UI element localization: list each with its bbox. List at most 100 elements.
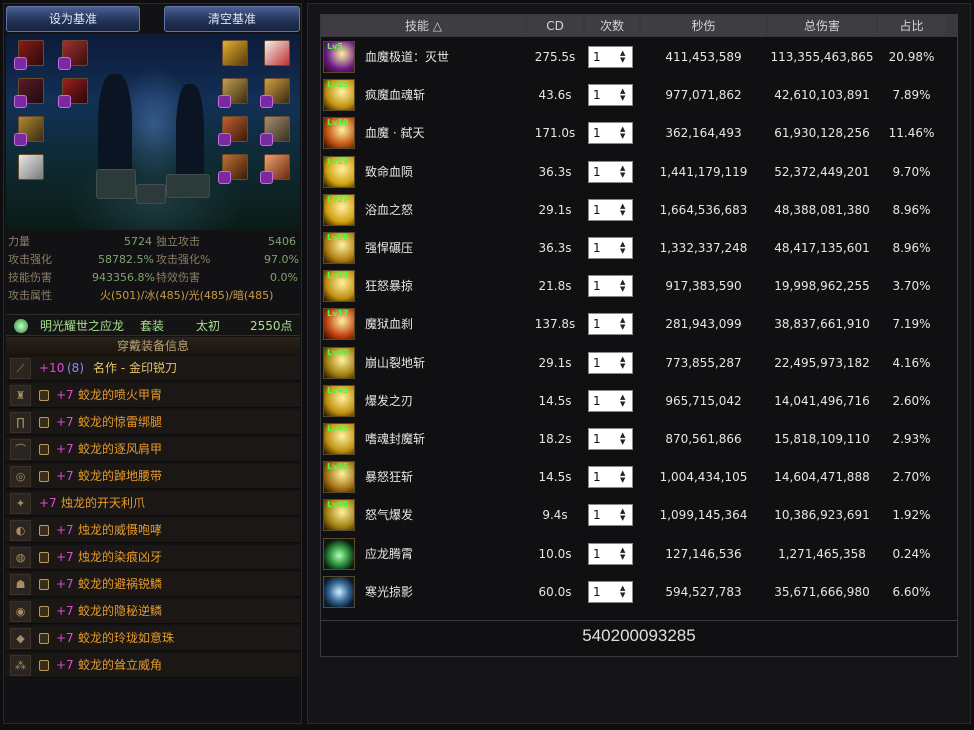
spin-arrows-icon[interactable]: ▲ ▼ <box>620 393 628 408</box>
equipment-row[interactable]: ◉ +7 蛟龙的隐秘逆鳞 <box>6 599 300 624</box>
spin-arrows-icon[interactable]: ▲ ▼ <box>620 432 628 446</box>
equip-slot[interactable] <box>14 78 44 108</box>
equipment-row[interactable]: ⌒ +7 蛟龙的逐风肩甲 <box>6 437 300 462</box>
equip-slot[interactable] <box>218 154 248 184</box>
col-skill-header[interactable]: 技能 △ <box>322 16 525 36</box>
table-row[interactable]: Lv40 崩山裂地斩 29.1s 1 ▲ ▼ 773,855,287 22,495,973,1… <box>321 344 957 382</box>
table-row[interactable]: Lv27 浴血之怒 29.1s 1 ▲ ▼ 1,664,536,683 48,388,081,… <box>321 191 957 229</box>
spin-arrows-icon[interactable]: ▲ ▼ <box>620 126 628 140</box>
spin-arrows-icon[interactable]: ▲ ▼ <box>620 355 628 370</box>
table-row[interactable]: Lv48 怒气爆发 9.4s 1 ▲ ▼ 1,099,145,364 10,386,923,6… <box>321 496 957 534</box>
spin-arrows-icon[interactable]: ▲ ▼ <box>620 279 628 293</box>
equip-slot[interactable] <box>58 40 88 70</box>
count-stepper[interactable]: 1 ▲ ▼ <box>588 389 633 412</box>
count-stepper[interactable]: 1 ▲ ▼ <box>588 428 633 450</box>
col-cd-header[interactable]: CD <box>527 16 583 36</box>
count-stepper[interactable]: 1 ▲ ▼ <box>588 466 633 489</box>
skill-cd: 14.5s <box>538 393 572 408</box>
skill-cd: 29.1s <box>538 202 572 217</box>
skill-ratio: 0.24% <box>892 546 931 561</box>
table-row[interactable]: Lv45 暴怒狂斩 14.5s 1 ▲ ▼ 1,004,434,105 14,604,471,… <box>321 458 957 496</box>
count-stepper[interactable]: 1 ▲ ▼ <box>588 122 633 145</box>
equipment-row[interactable]: ✦ +7 烛龙的开天利爪 <box>6 491 300 516</box>
rage-icon: Lv27 <box>323 193 355 226</box>
equip-slot[interactable] <box>222 40 248 66</box>
col-total-header[interactable]: 总伤害 <box>768 16 876 36</box>
spin-arrows-icon[interactable]: ▲ ▼ <box>620 546 628 561</box>
equipment-row[interactable]: ⟋ +10 (8) 名作 - 金印锐刀 <box>6 356 300 381</box>
col-ratio-header[interactable]: 占比 <box>878 16 945 36</box>
skill-name: 嗜魂封魔斩 <box>365 432 426 446</box>
equip-slot[interactable] <box>218 116 248 146</box>
table-row[interactable]: Lv17 魔狱血刹 137.8s 1 ▲ ▼ 281,943,099 38,837,661,9… <box>321 305 957 343</box>
table-row[interactable]: Lv23 致命血陨 36.3s 1 ▲ ▼ 1,441,179,119 52,372,449,… <box>321 153 957 191</box>
skill-level: Lv45 <box>327 462 349 472</box>
count-stepper[interactable]: 1 ▲ ▼ <box>588 313 633 336</box>
count-value: 1 <box>593 279 601 294</box>
skill-ratio: 8.96% <box>892 202 931 217</box>
table-row[interactable]: Lv43 爆发之刃 14.5s 1 ▲ ▼ 965,715,042 14,041,496,71… <box>321 382 957 420</box>
spin-arrows-icon[interactable]: ▲ ▼ <box>620 508 628 522</box>
equipment-row[interactable]: ◍ +7 烛龙的染痕凶牙 <box>6 545 300 570</box>
count-stepper[interactable]: 1 ▲ ▼ <box>588 504 633 527</box>
table-row[interactable]: Lv5 血魔极道：灭世 275.5s 1 ▲ ▼ 411,453,589 113,355,46… <box>321 38 957 76</box>
spin-arrows-icon[interactable]: ▲ ▼ <box>620 50 628 64</box>
spin-arrows-icon[interactable]: ▲ ▼ <box>620 202 628 217</box>
spin-arrows-icon[interactable]: ▲ ▼ <box>620 317 628 331</box>
count-stepper[interactable]: 1 ▲ ▼ <box>588 580 633 603</box>
table-row[interactable]: Lv15 疯魔血魂斩 43.6s 1 ▲ ▼ 977,071,862 42,610,103,8… <box>321 76 957 114</box>
set-baseline-button[interactable]: 设为基准 <box>6 6 140 32</box>
equipment-row[interactable]: ◆ +7 蛟龙的玲珑如意珠 <box>6 626 300 651</box>
equipment-row[interactable]: ∏ +7 蛟龙的惊雷绑腿 <box>6 410 300 435</box>
hell-icon: Lv17 <box>323 308 355 341</box>
skill-cd: 10.0s <box>538 546 572 561</box>
equip-slot[interactable] <box>264 40 290 66</box>
clear-baseline-button[interactable]: 清空基准 <box>164 6 300 32</box>
equip-slot[interactable] <box>14 116 44 146</box>
equip-slot[interactable] <box>58 78 88 108</box>
table-row[interactable]: Lv28 强悍碾压 36.3s 1 ▲ ▼ 1,332,337,248 48,417,135,… <box>321 229 957 267</box>
count-stepper[interactable]: 1 ▲ ▼ <box>588 542 633 565</box>
spin-arrows-icon[interactable]: ▲ ▼ <box>620 164 628 179</box>
set-bonus-row[interactable]: 明光耀世之应龙 套装 太初 2550点 <box>6 314 300 336</box>
count-stepper[interactable]: 1 ▲ ▼ <box>588 275 633 298</box>
count-stepper[interactable]: 1 ▲ ▼ <box>588 198 633 221</box>
table-row[interactable]: Lv45 嗜魂封魔斩 18.2s 1 ▲ ▼ 870,561,866 15,818,109,1… <box>321 420 957 458</box>
spin-arrows-icon[interactable]: ▲ ▼ <box>620 470 628 484</box>
col-dps-header[interactable]: 秒伤 <box>641 16 766 36</box>
table-row[interactable]: Lv33 狂怒暴掠 21.8s 1 ▲ ▼ 917,383,590 19,998,962,25… <box>321 267 957 305</box>
table-row[interactable]: 应龙腾霄 10.0s 1 ▲ ▼ 127,146,536 1,271,465,358 0.24… <box>321 535 957 573</box>
spin-arrows-icon[interactable]: ▲ ▼ <box>620 584 628 599</box>
count-stepper[interactable]: 1 ▲ ▼ <box>588 46 633 68</box>
pet-slot[interactable] <box>18 154 44 180</box>
equip-slot[interactable] <box>218 78 248 108</box>
equipment-row[interactable]: ⁂ +7 蛟龙的耸立威角 <box>6 653 300 678</box>
equipment-row[interactable]: ◎ +7 蛟龙的踔地腰带 <box>6 464 300 489</box>
skill-level: Lv43 <box>327 385 349 395</box>
equip-slot[interactable] <box>260 154 290 184</box>
spin-arrows-icon[interactable]: ▲ ▼ <box>620 241 628 255</box>
equipment-row[interactable]: ♜ +7 蛟龙的喷火甲胄 <box>6 383 300 408</box>
equipment-row[interactable]: ☗ +7 蛟龙的避祸锐鳞 <box>6 572 300 597</box>
set-grade: 太初 <box>196 319 221 333</box>
skill-cd: 36.3s <box>538 164 572 179</box>
table-row[interactable]: 寒光掠影 60.0s 1 ▲ ▼ 594,527,783 35,671,666,980 6.6… <box>321 573 957 611</box>
count-stepper[interactable]: 1 ▲ ▼ <box>588 351 633 374</box>
skill-ratio: 6.60% <box>892 584 931 599</box>
table-row[interactable]: Lv10 血魔 · 弑天 171.0s 1 ▲ ▼ 362,164,493 61,930,12… <box>321 114 957 152</box>
equip-slot[interactable] <box>260 116 290 146</box>
equip-slot[interactable] <box>14 40 44 70</box>
count-stepper[interactable]: 1 ▲ ▼ <box>588 237 633 259</box>
col-count-header[interactable]: 次数 <box>585 16 639 36</box>
equip-slot[interactable] <box>260 78 290 108</box>
fang-icon: ◍ <box>10 547 31 568</box>
count-stepper[interactable]: 1 ▲ ▼ <box>588 84 633 107</box>
equipment-row[interactable]: ◐ +7 烛龙的威慑咆哮 <box>6 518 300 543</box>
dragon-orb-icon <box>323 537 355 570</box>
skill-total: 113,355,463,865 <box>770 50 874 64</box>
skill-name: 浴血之怒 <box>365 202 414 217</box>
count-stepper[interactable]: 1 ▲ ▼ <box>588 160 633 183</box>
skill-name: 强悍碾压 <box>365 241 414 255</box>
spin-arrows-icon[interactable]: ▲ ▼ <box>620 88 628 102</box>
count-value: 1 <box>593 393 601 408</box>
